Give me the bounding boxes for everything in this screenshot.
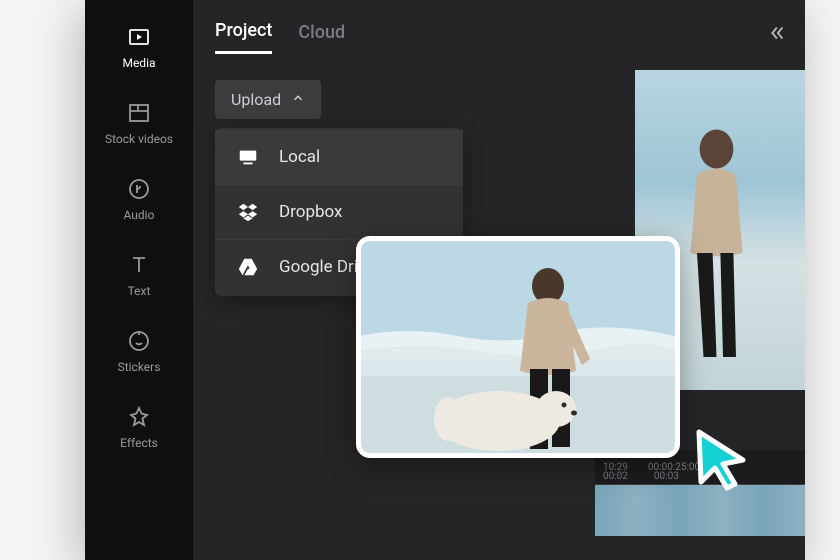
sidebar-item-label: Stickers	[118, 360, 161, 374]
sidebar-item-stickers[interactable]: Stickers	[85, 324, 193, 378]
sidebar-item-label: Audio	[124, 208, 155, 222]
chevron-up-icon	[291, 91, 305, 109]
sidebar-item-media[interactable]: Media	[85, 20, 193, 74]
sidebar-item-label: Effects	[120, 436, 158, 450]
upload-button-label: Upload	[231, 90, 281, 109]
sidebar-item-audio[interactable]: Audio	[85, 172, 193, 226]
upload-button[interactable]: Upload	[215, 80, 321, 119]
timeline-tick: 00:03	[654, 471, 679, 482]
upload-menu-local[interactable]: Local	[215, 130, 463, 185]
effects-icon	[126, 404, 152, 430]
local-icon	[237, 146, 259, 168]
sidebar-item-label: Text	[128, 284, 151, 298]
sidebar: Media Stock videos Audio Text Stickers	[85, 0, 193, 560]
sidebar-item-label: Stock videos	[105, 132, 173, 146]
dropbox-icon	[237, 201, 259, 223]
dragged-media-thumbnail[interactable]	[356, 236, 680, 458]
thumbnail-image	[361, 241, 675, 453]
tabs: Project Cloud	[215, 20, 783, 54]
timeline-tick: 00:02	[603, 471, 628, 482]
media-icon	[126, 24, 152, 50]
sidebar-item-effects[interactable]: Effects	[85, 400, 193, 454]
upload-menu-item-label: Local	[279, 147, 320, 167]
google-drive-icon	[237, 256, 259, 278]
text-icon	[126, 252, 152, 278]
stickers-icon	[126, 328, 152, 354]
tab-project[interactable]: Project	[215, 20, 272, 54]
upload-menu-dropbox[interactable]: Dropbox	[215, 185, 463, 240]
collapse-panel-button[interactable]	[765, 22, 787, 49]
audio-icon	[126, 176, 152, 202]
cursor-pointer-icon	[685, 424, 755, 494]
sidebar-item-stock-videos[interactable]: Stock videos	[85, 96, 193, 150]
upload-menu-item-label: Dropbox	[279, 202, 343, 222]
tab-cloud[interactable]: Cloud	[298, 22, 345, 53]
stock-videos-icon	[126, 100, 152, 126]
sidebar-item-text[interactable]: Text	[85, 248, 193, 302]
sidebar-item-label: Media	[122, 56, 155, 70]
